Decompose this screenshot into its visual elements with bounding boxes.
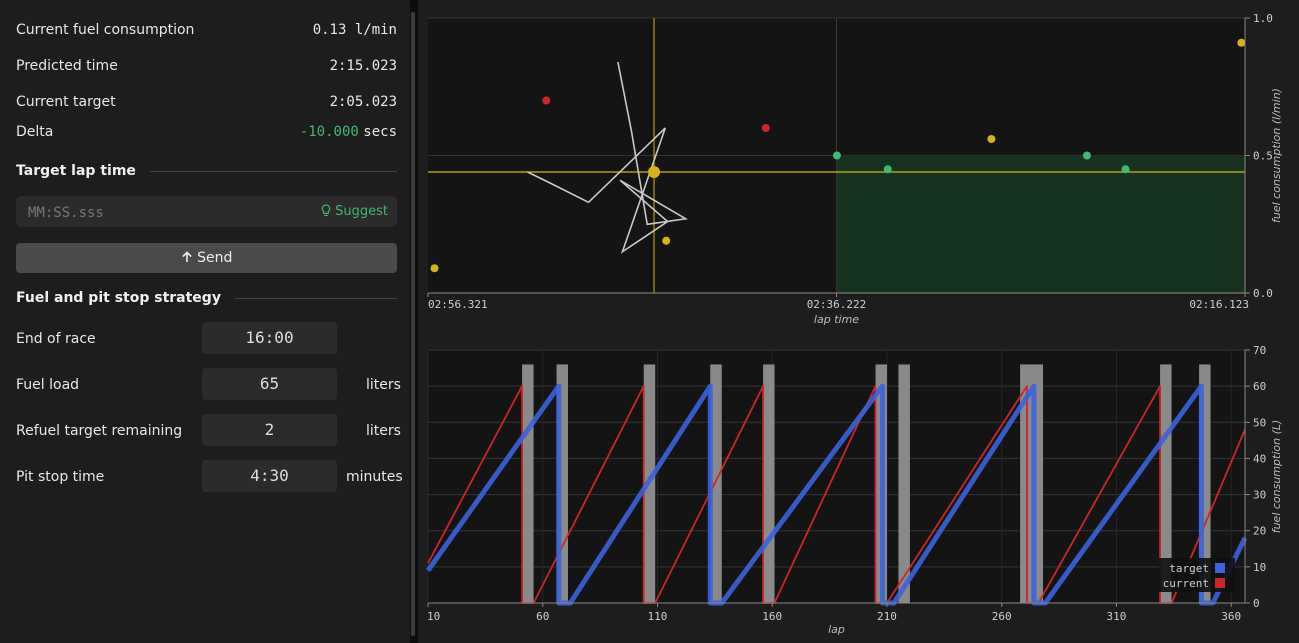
pit-stop-time-input[interactable]: 4:30: [202, 460, 337, 492]
y-tick-label: 60: [1253, 380, 1266, 393]
lap-point: [987, 135, 996, 143]
pit-stop-bar: [898, 364, 910, 603]
y-tick-label: 10: [1253, 561, 1266, 574]
y-tick-label: 70: [1253, 344, 1266, 357]
stat-label: Current target: [16, 94, 116, 110]
target-lap-time-field[interactable]: Suggest: [16, 196, 397, 229]
section-divider: [234, 297, 397, 299]
strategy-section-title: Fuel and pit stop strategy: [16, 290, 221, 306]
y-tick-label: 30: [1253, 489, 1266, 502]
arrow-up-icon: [181, 251, 192, 262]
charts-panel: 02:56.321 02:36.222 02:16.123 0.0 0.5 1.0 lap …: [418, 0, 1299, 643]
stat-value: 2:05.023: [329, 94, 397, 110]
strategy-section-header: Fuel and pit stop strategy: [16, 290, 397, 306]
x-tick-label: 260: [992, 610, 1012, 623]
x-tick-label: 02:16.123: [1189, 298, 1249, 311]
stat-predicted-time: Predicted time 2:15.023: [16, 58, 397, 74]
x-tick-label: 360: [1221, 610, 1241, 623]
suggest-button[interactable]: Suggest: [321, 204, 388, 219]
fuel-plot-area: [428, 350, 1245, 603]
pit-stop-time-unit: minutes: [346, 469, 403, 485]
lap-point: [832, 151, 841, 160]
end-of-race-label: End of race: [16, 331, 96, 347]
y-tick-label: 0: [1253, 597, 1260, 610]
y-tick-label: 1.0: [1253, 12, 1273, 25]
refuel-target-input[interactable]: 2: [202, 414, 337, 446]
lap-point: [1121, 165, 1130, 174]
pit-stop-time-label: Pit stop time: [16, 469, 105, 485]
fuel-load-label: Fuel load: [16, 377, 80, 393]
panel-splitter[interactable]: [411, 12, 415, 636]
lap-point: [883, 165, 892, 174]
delta-value-group: -10.000 secs: [300, 124, 397, 140]
x-tick-label: 10: [427, 610, 440, 623]
section-divider: [149, 170, 397, 172]
lap-point: [542, 96, 551, 105]
lightbulb-icon: [321, 204, 331, 217]
lap-point: [1082, 151, 1091, 160]
delta-label: Delta: [16, 124, 54, 140]
lap-point: [761, 124, 770, 132]
lap-time-chart: 02:56.321 02:36.222 02:16.1230.00.51.0lap …: [427, 12, 1283, 326]
legend-label: current: [1163, 577, 1209, 590]
suggest-label: Suggest: [335, 204, 388, 219]
stat-delta: Delta -10.000 secs: [16, 124, 397, 140]
x-tick-label: 310: [1107, 610, 1127, 623]
stat-label: Current fuel consumption: [16, 22, 195, 38]
refuel-target-label: Refuel target remaining: [16, 423, 183, 439]
x-tick-label: 02:56.321: [428, 298, 488, 311]
legend-swatch: [1215, 578, 1225, 588]
fuel-load-unit: liters: [366, 377, 401, 393]
pit-stop-bar: [522, 364, 534, 603]
crosshair-marker[interactable]: [648, 166, 661, 178]
stat-current-target: Current target 2:05.023: [16, 94, 397, 110]
send-button[interactable]: Send: [16, 243, 397, 273]
y-tick-label: 20: [1253, 525, 1266, 538]
target-lap-time-input[interactable]: [26, 196, 310, 229]
target-band: [836, 155, 1245, 293]
delta-unit: secs: [363, 124, 397, 140]
legend-label: target: [1169, 562, 1209, 575]
lap-point: [430, 264, 439, 273]
y-tick-label: 50: [1253, 416, 1266, 429]
x-axis-label: lap time: [814, 313, 859, 326]
legend-swatch: [1215, 563, 1225, 573]
x-tick-label: 210: [877, 610, 897, 623]
y-tick-label: 0.0: [1253, 287, 1273, 300]
y-tick-label: 40: [1253, 452, 1266, 465]
x-tick-label: 110: [648, 610, 668, 623]
stat-value: 2:15.023: [329, 58, 397, 74]
stat-value: 0.13 l/min: [312, 22, 397, 38]
fuel-load-input[interactable]: 65: [202, 368, 337, 400]
fuel-chart: 10 60 110 160 210 260 310 360 0 10 20 30 40 50 60 70 lap…: [425, 344, 1283, 636]
target-section-header: Target lap time: [16, 163, 397, 179]
y-axis-label: fuel consumption (l/min): [1270, 88, 1283, 223]
end-of-race-input[interactable]: 16:00: [202, 322, 337, 354]
delta-value: -10.000: [299, 124, 359, 140]
left-panel: Current fuel consumption 0.13 l/min Pred…: [0, 0, 410, 643]
send-label: Send: [197, 250, 233, 266]
stat-label: Predicted time: [16, 58, 118, 74]
x-tick-label: 02:36.222: [807, 298, 867, 311]
refuel-target-unit: liters: [366, 423, 401, 439]
stat-fuel-consumption: Current fuel consumption 0.13 l/min: [16, 22, 397, 38]
y-axis-label: fuel consumption (L): [1270, 420, 1283, 534]
x-tick-label: 160: [762, 610, 782, 623]
target-section-title: Target lap time: [16, 163, 136, 179]
x-axis-label: lap: [828, 623, 845, 636]
x-tick-label: 60: [536, 610, 549, 623]
lap-point: [1237, 38, 1246, 47]
pit-stop-bar: [763, 364, 775, 603]
fuel-legend: target current: [1159, 558, 1235, 592]
lap-point: [662, 236, 671, 245]
charts-svg: 02:56.321 02:36.222 02:16.1230.00.51.0lap …: [425, 12, 1283, 636]
